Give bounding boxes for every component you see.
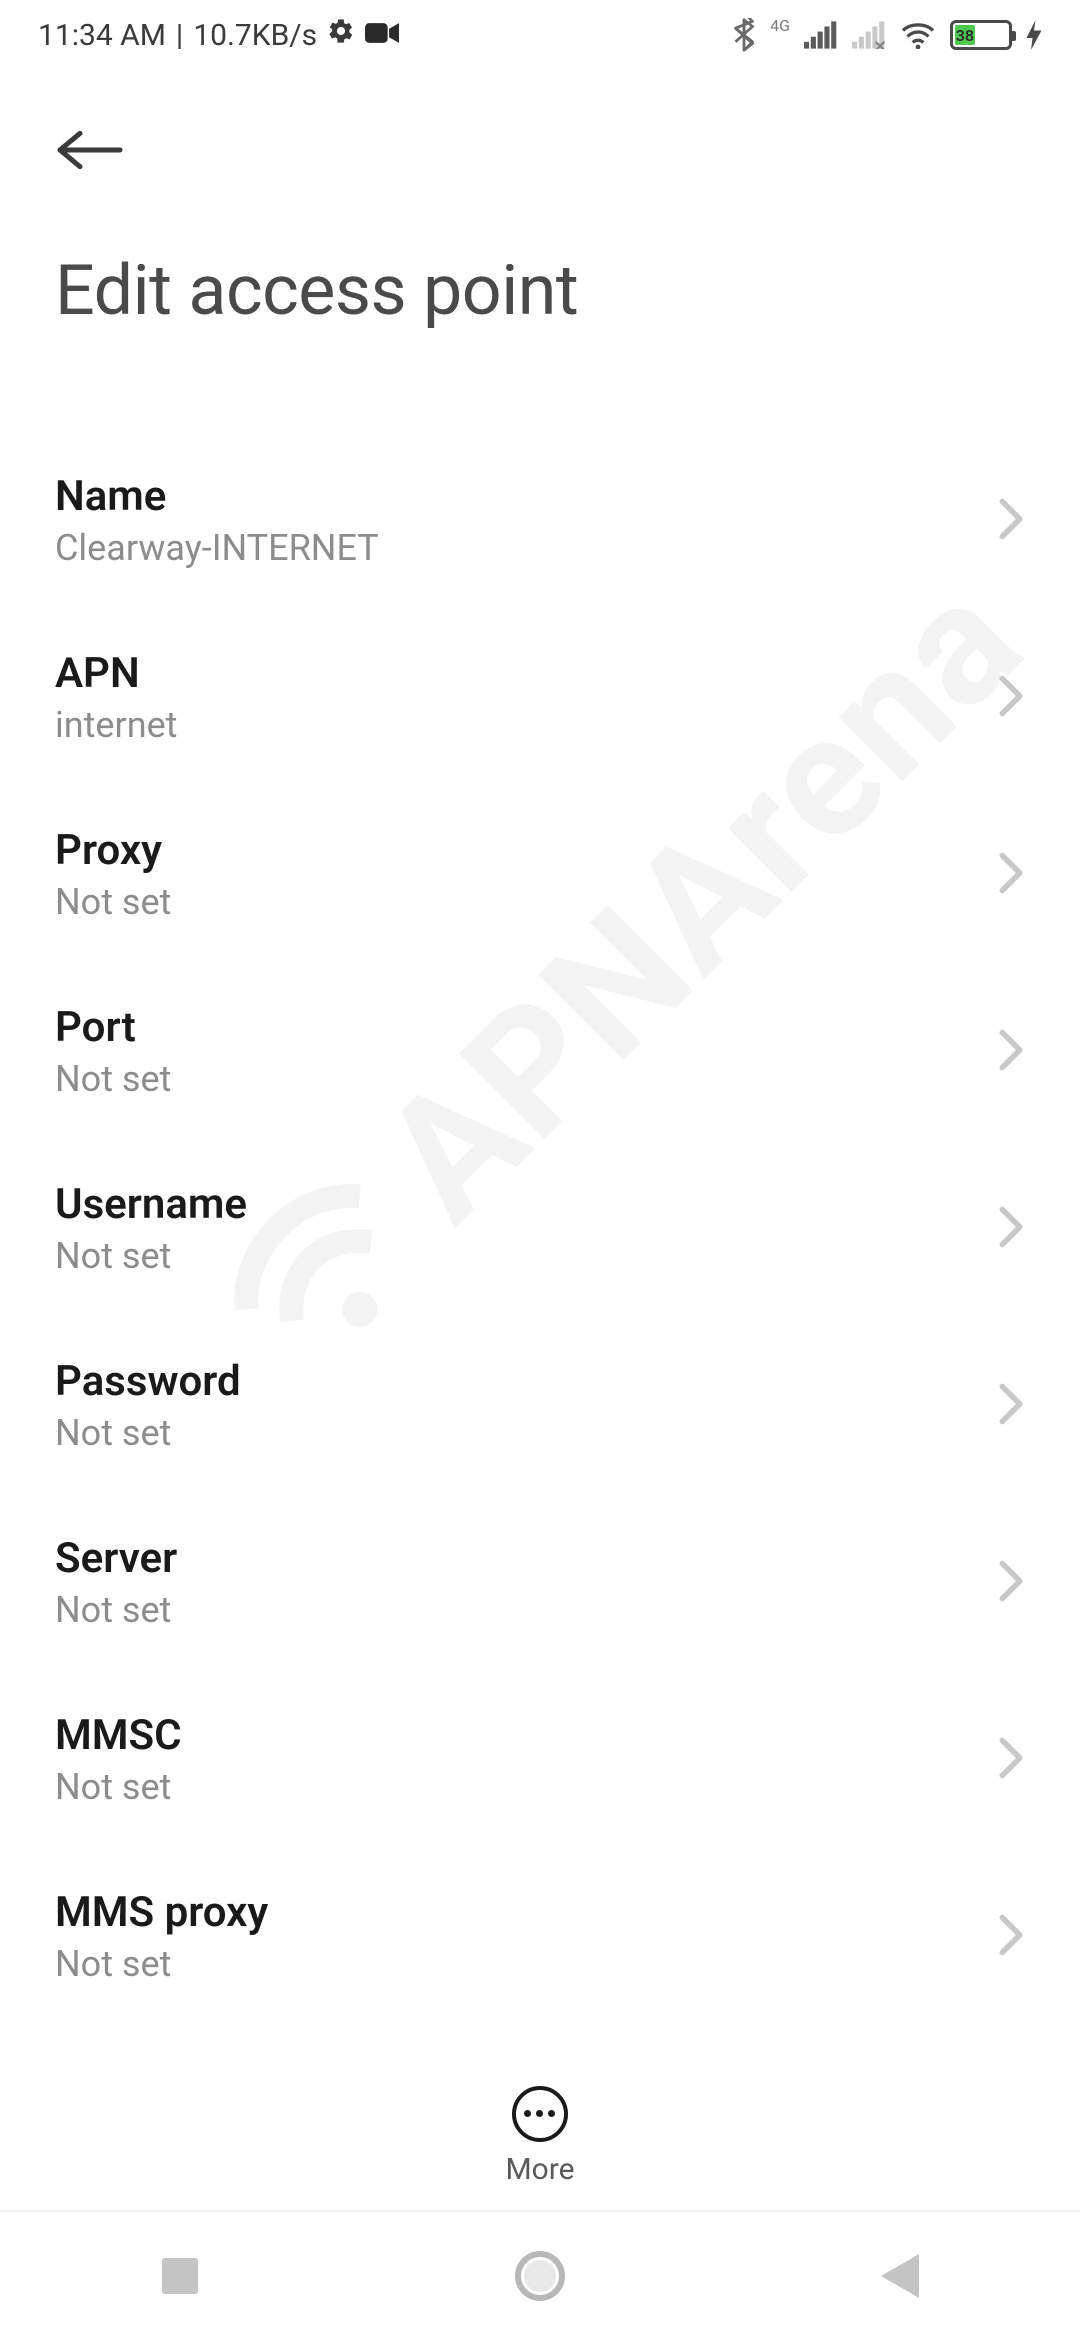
chevron-right-icon [997, 1205, 1025, 1253]
setting-label: Name [55, 472, 379, 521]
bottom-toolbar: More [0, 2062, 1080, 2212]
setting-value: Not set [55, 1235, 247, 1277]
chevron-right-icon [997, 1028, 1025, 1076]
signal-strength-icon [804, 21, 838, 49]
chevron-right-icon [997, 1559, 1025, 1607]
more-label: More [505, 2152, 574, 2187]
status-bar: 11:34 AM | 10.7KB/s 4G 38 [0, 0, 1080, 70]
setting-value: Not set [55, 1058, 171, 1100]
status-time: 11:34 AM [38, 18, 166, 53]
setting-item-server[interactable]: Server Not set [0, 1494, 1080, 1671]
setting-item-apn[interactable]: APN internet [0, 609, 1080, 786]
setting-item-proxy[interactable]: Proxy Not set [0, 786, 1080, 963]
settings-list: APNArena Name Clearway-INTERNET APN inte… [0, 352, 1080, 2102]
wifi-icon [900, 21, 936, 49]
setting-label: MMSC [55, 1711, 182, 1760]
back-button[interactable] [55, 120, 135, 180]
status-separator: | [176, 18, 183, 53]
chevron-right-icon [997, 851, 1025, 899]
square-icon [162, 2258, 198, 2294]
status-bar-left: 11:34 AM | 10.7KB/s [38, 17, 399, 53]
header: Edit access point [0, 70, 1080, 352]
back-nav-button[interactable] [870, 2246, 930, 2306]
recent-apps-button[interactable] [150, 2246, 210, 2306]
setting-label: Proxy [55, 826, 171, 875]
setting-item-password[interactable]: Password Not set [0, 1317, 1080, 1494]
battery-icon: 38 [950, 20, 1012, 50]
charging-bolt-icon [1026, 20, 1042, 50]
setting-item-port[interactable]: Port Not set [0, 963, 1080, 1140]
status-bar-right: 4G 38 [732, 18, 1042, 52]
system-nav-bar [0, 2212, 1080, 2340]
bluetooth-icon [732, 18, 756, 52]
setting-label: Password [55, 1357, 241, 1406]
back-arrow-icon [55, 130, 125, 170]
triangle-icon [881, 2254, 919, 2298]
chevron-right-icon [997, 1736, 1025, 1784]
circle-icon [515, 2251, 565, 2301]
network-4g-label: 4G [770, 16, 790, 35]
video-camera-icon [365, 18, 399, 53]
setting-item-name[interactable]: Name Clearway-INTERNET [0, 432, 1080, 609]
setting-label: APN [55, 649, 177, 698]
setting-item-mms-proxy[interactable]: MMS proxy Not set [0, 1848, 1080, 2025]
more-icon [512, 2086, 568, 2142]
settings-gear-icon [327, 17, 355, 53]
setting-value: Not set [55, 1412, 241, 1454]
chevron-right-icon [997, 1913, 1025, 1961]
chevron-right-icon [997, 497, 1025, 545]
battery-level: 38 [955, 25, 975, 45]
setting-label: Username [55, 1180, 247, 1229]
status-data-speed: 10.7KB/s [193, 18, 317, 53]
setting-item-username[interactable]: Username Not set [0, 1140, 1080, 1317]
setting-value: internet [55, 704, 177, 746]
setting-value: Not set [55, 881, 171, 923]
setting-label: Port [55, 1003, 171, 1052]
setting-label: MMS proxy [55, 1888, 268, 1937]
chevron-right-icon [997, 1382, 1025, 1430]
setting-value: Not set [55, 1766, 182, 1808]
chevron-right-icon [997, 674, 1025, 722]
page-title: Edit access point [55, 250, 1025, 332]
setting-value: Not set [55, 1589, 177, 1631]
setting-label: Server [55, 1534, 177, 1583]
more-button[interactable]: More [505, 2086, 574, 2187]
signal-strength-secondary-icon [852, 21, 886, 49]
setting-value: Not set [55, 1943, 268, 1985]
setting-item-mmsc[interactable]: MMSC Not set [0, 1671, 1080, 1848]
home-button[interactable] [510, 2246, 570, 2306]
setting-value: Clearway-INTERNET [55, 527, 379, 569]
